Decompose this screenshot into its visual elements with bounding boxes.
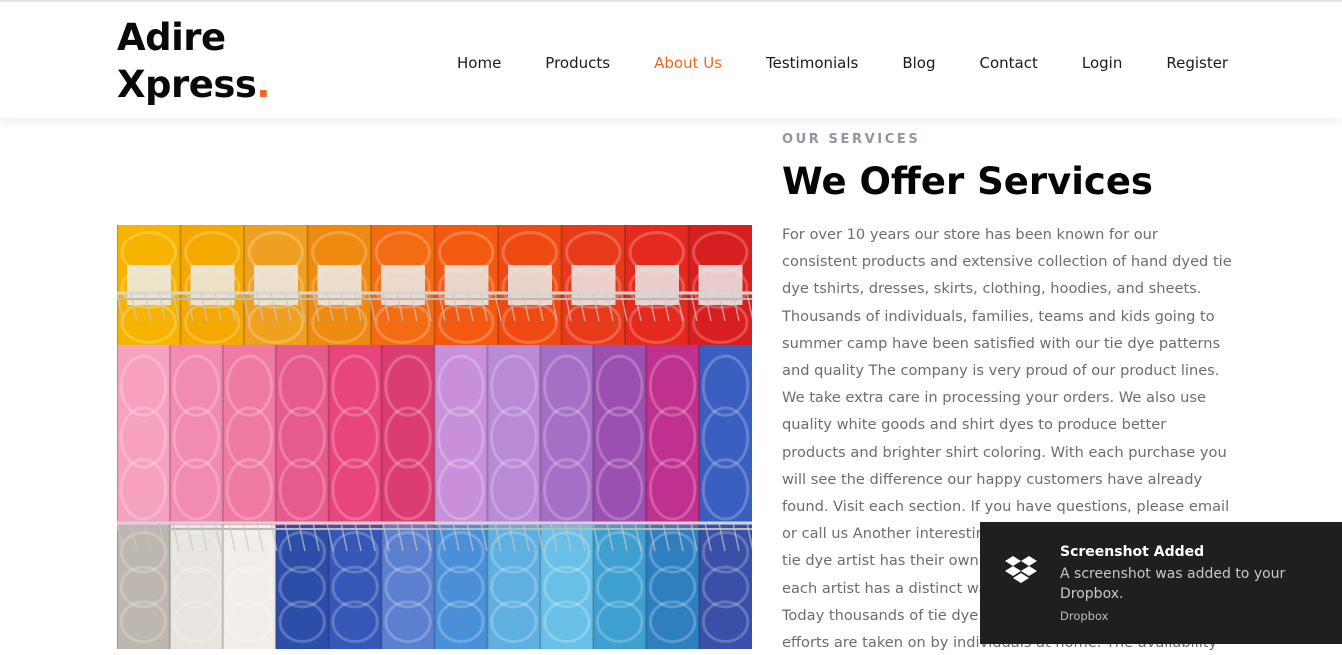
site-header: Adire Xpress. Home Products About Us Tes… (0, 2, 1342, 118)
nav-testimonials-link[interactable]: Testimonials (766, 52, 858, 74)
notification-message: A screenshot was added to your Dropbox. (1060, 566, 1286, 602)
nav-about-us-link[interactable]: About Us (654, 52, 722, 74)
nav-blog-link[interactable]: Blog (902, 52, 935, 74)
nav-products-link[interactable]: Products (545, 52, 610, 74)
brand-dot: . (256, 63, 270, 106)
notification-source: Dropbox (1060, 609, 1109, 623)
nav-home-link[interactable]: Home (457, 52, 501, 74)
section-title: We Offer Services (782, 160, 1153, 203)
notification-title: Screenshot Added (1060, 544, 1205, 560)
brand-line-2: Xpress. (117, 61, 270, 108)
yarn-photo (117, 225, 752, 649)
nav-contact-link[interactable]: Contact (980, 52, 1038, 74)
brand-logo[interactable]: Adire Xpress. (117, 14, 270, 108)
dropbox-icon (1005, 556, 1037, 583)
section-eyebrow: OUR SERVICES (782, 132, 921, 147)
main-nav: Home Products About Us Testimonials Blog… (457, 52, 1272, 74)
nav-login-link[interactable]: Login (1082, 52, 1122, 74)
brand-line-1: Adire (117, 16, 226, 59)
yarn-image (117, 225, 752, 649)
brand-name: Xpress (117, 63, 257, 106)
dropbox-notification[interactable]: Screenshot Added A screenshot was added … (980, 522, 1342, 644)
nav-register-link[interactable]: Register (1166, 52, 1228, 74)
